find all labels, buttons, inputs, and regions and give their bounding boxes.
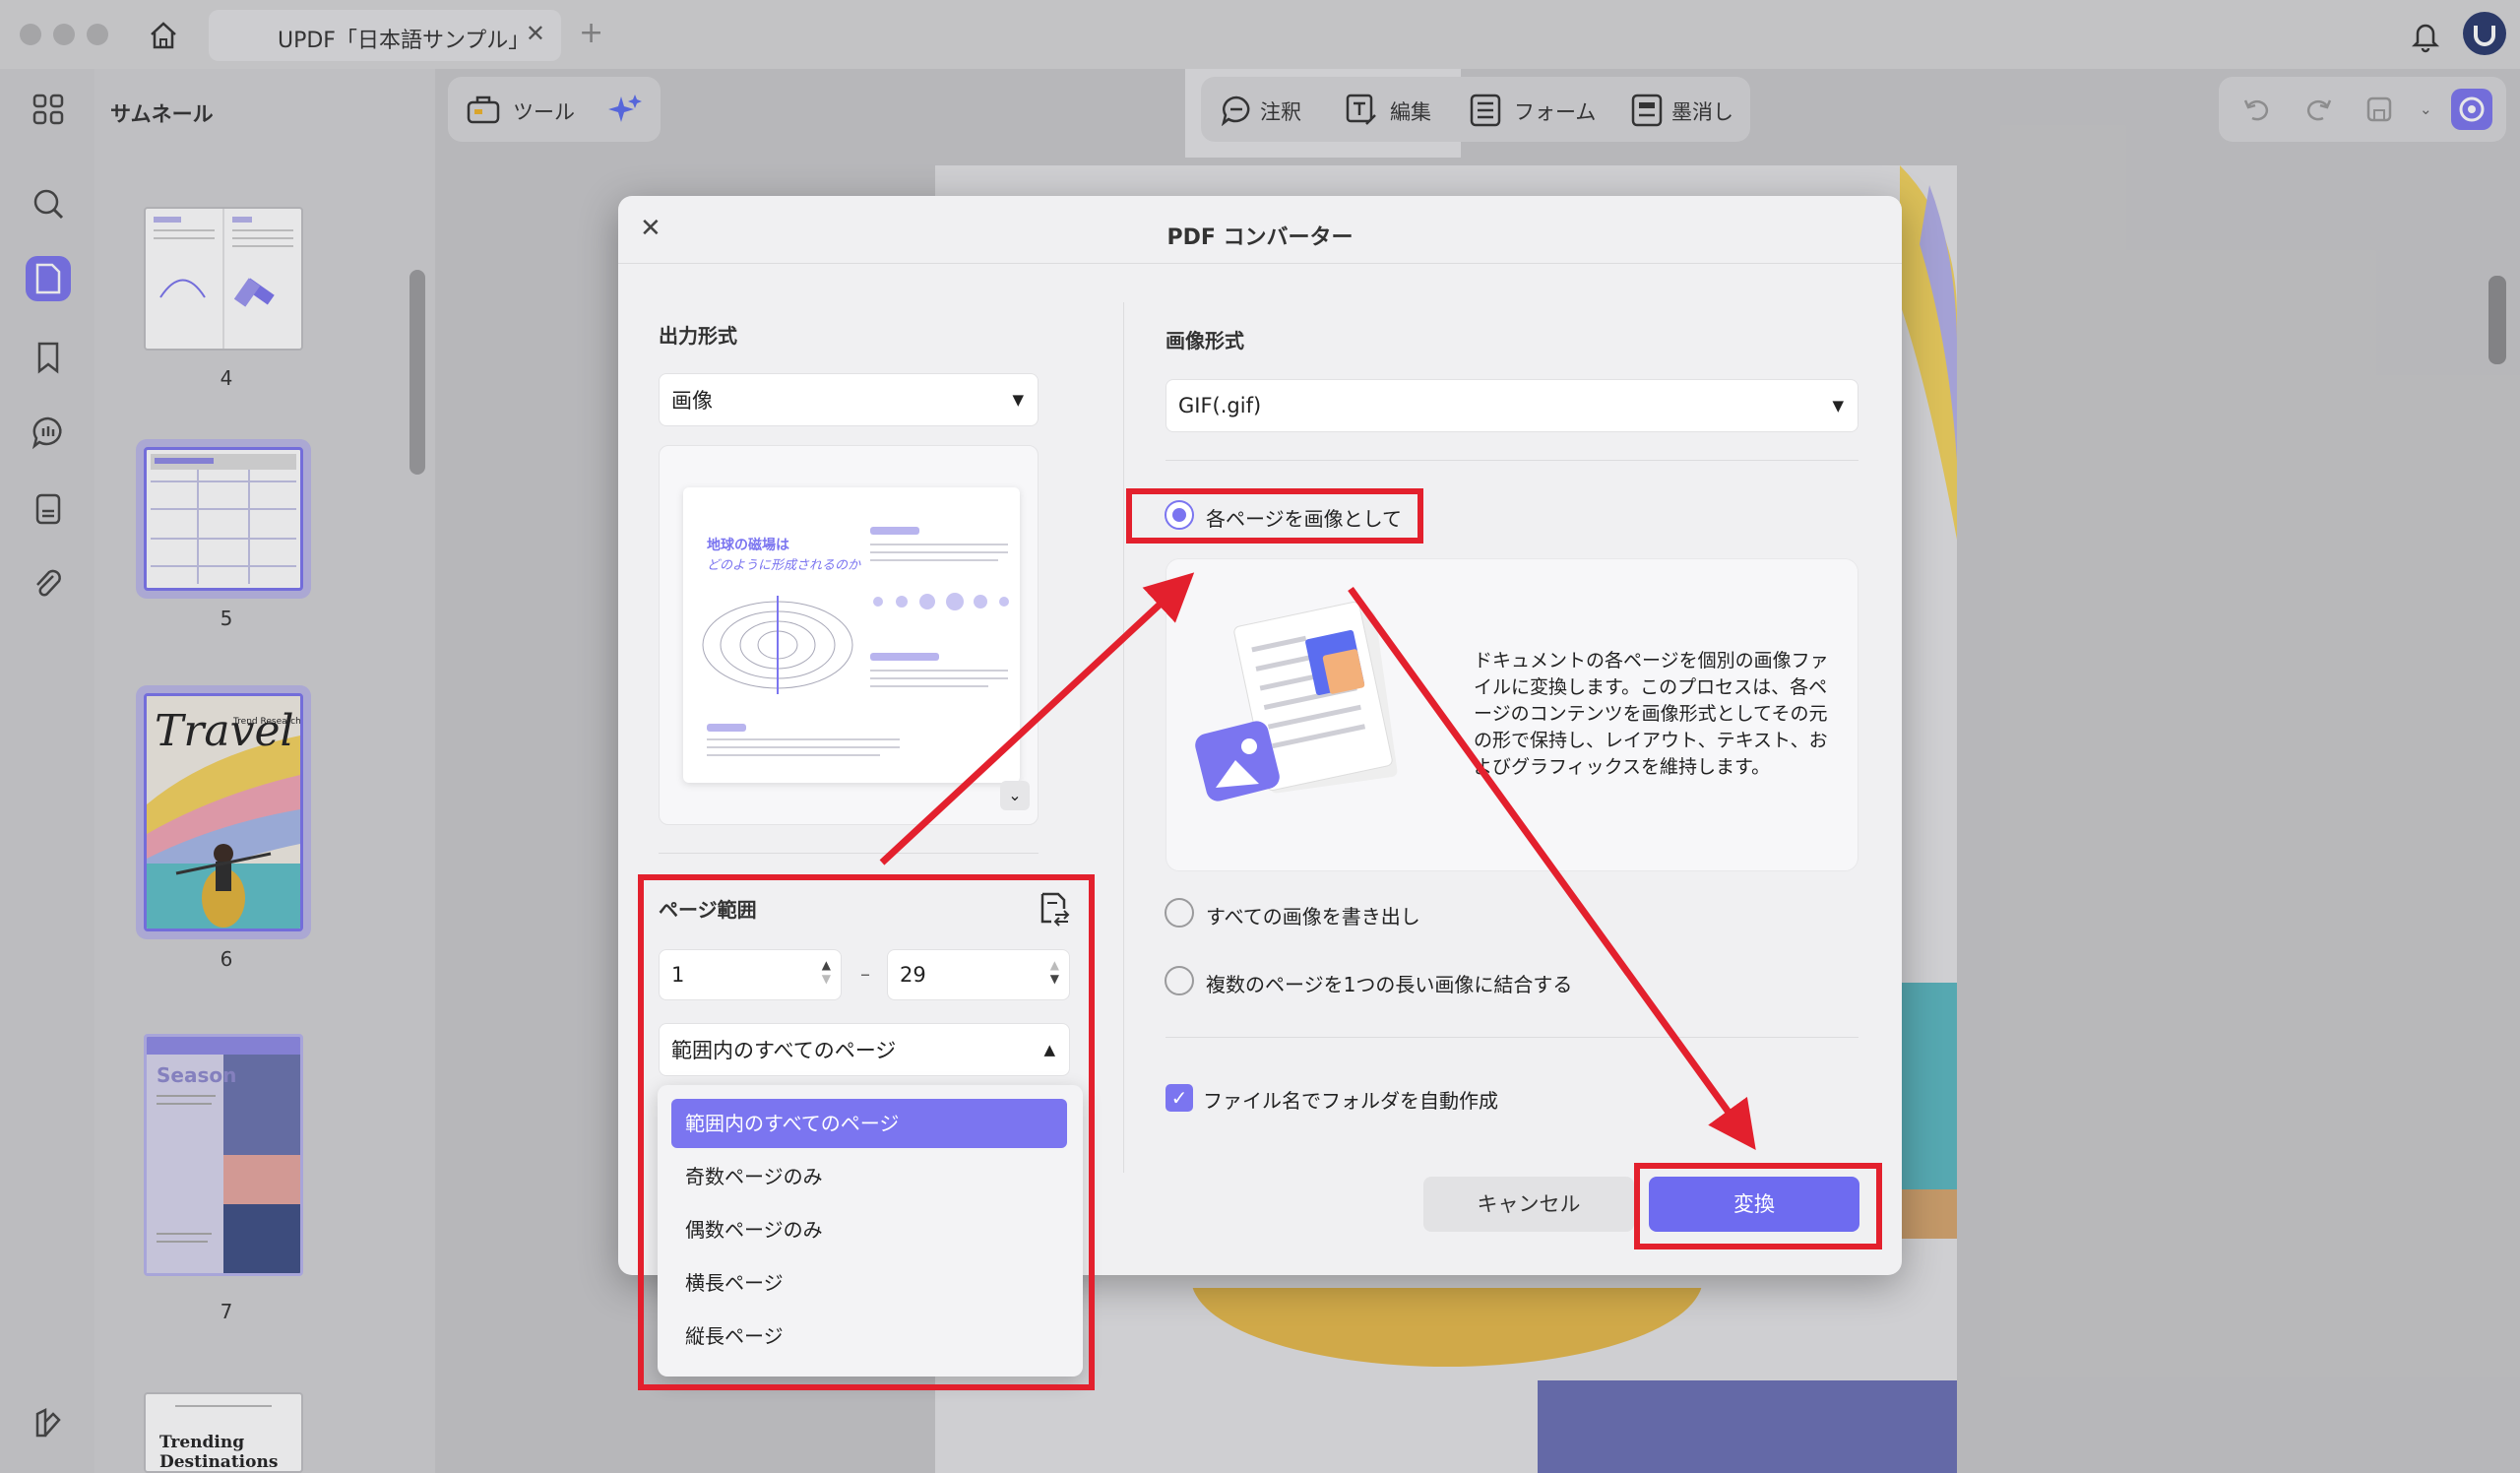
annotation-arrows	[879, 572, 1756, 1150]
arrow-to-convert	[1348, 586, 1756, 1150]
arrow-to-each-page	[879, 572, 1195, 865]
